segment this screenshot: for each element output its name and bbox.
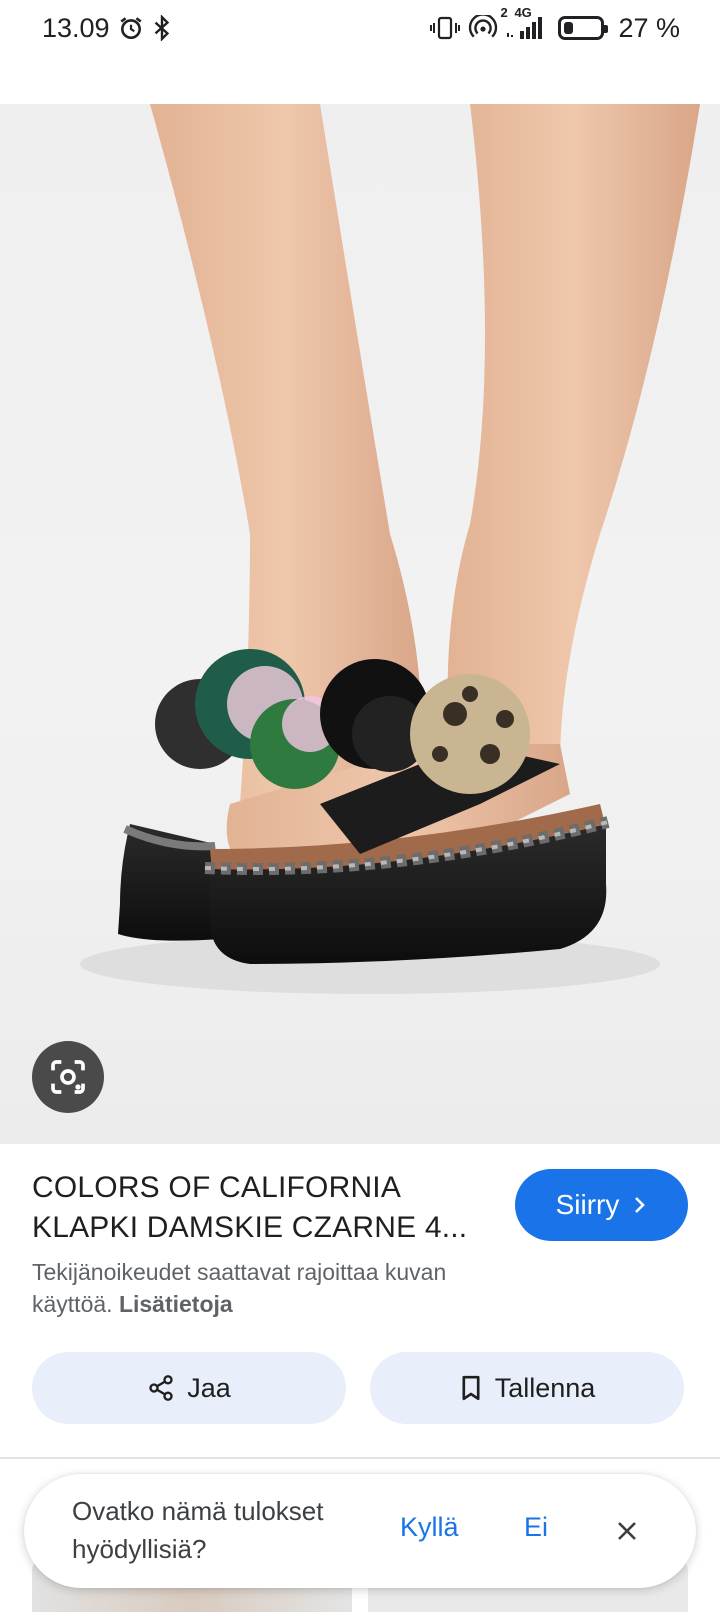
vibrate-icon [430, 15, 461, 41]
bookmark-icon [462, 1375, 480, 1401]
feedback-question: Ovatko nämä tulokset hyödyllisiä? [72, 1496, 324, 1564]
feedback-yes-button[interactable]: Kyllä [400, 1512, 459, 1543]
product-illustration [80, 104, 700, 994]
status-left: 13.09 [42, 13, 172, 44]
chevron-right-icon [635, 1197, 646, 1213]
result-info: COLORS OF CALIFORNIA KLAPKI DAMSKIE CZAR… [0, 1144, 720, 1474]
lens-icon [51, 1060, 85, 1094]
battery-icon [558, 16, 609, 40]
bluetooth-icon [152, 15, 172, 41]
share-button[interactable]: Jaa [32, 1352, 346, 1424]
screen: 13.09 2 4G 27 % COLORS OF CALIFORNIA KLA… [0, 0, 720, 1612]
hotspot-icon [468, 15, 498, 41]
status-right: 2 4G 27 % [430, 5, 680, 44]
save-label: Tallenna [494, 1372, 596, 1403]
product-title[interactable]: COLORS OF CALIFORNIA KLAPKI DAMSKIE CZAR… [32, 1168, 482, 1248]
sim-label: 2 [500, 5, 508, 20]
more-info-link[interactable]: Lisätietoja [119, 1291, 233, 1317]
close-feedback-button[interactable] [608, 1512, 646, 1550]
status-time: 13.09 [42, 12, 110, 43]
visit-button-label: Siirry [555, 1189, 620, 1220]
status-bar: 13.09 2 4G 27 % [0, 0, 720, 56]
copyright-notice: Tekijänoikeudet saattavat rajoittaa kuva… [32, 1256, 512, 1320]
product-title-line2: KLAPKI DAMSKIE CZARNE 4... [32, 1211, 468, 1244]
close-icon [618, 1522, 636, 1540]
alarm-icon [118, 15, 144, 41]
signal-icon: 2 4G [500, 5, 546, 41]
visit-button[interactable]: Siirry [515, 1169, 688, 1241]
share-icon [149, 1375, 173, 1401]
battery-text: 27 % [618, 12, 680, 43]
share-label: Jaa [187, 1372, 231, 1403]
section-divider [0, 1457, 720, 1459]
save-button[interactable]: Tallenna [370, 1352, 684, 1424]
network-label: 4G [514, 5, 532, 20]
lens-search-button[interactable] [32, 1041, 104, 1113]
copyright-text: Tekijänoikeudet saattavat rajoittaa kuva… [32, 1259, 447, 1317]
feedback-card: Ovatko nämä tulokset hyödyllisiä? Kyllä … [24, 1474, 696, 1588]
product-title-line1: COLORS OF CALIFORNIA [32, 1171, 402, 1204]
feedback-no-button[interactable]: Ei [524, 1512, 548, 1543]
battery-fill [564, 22, 574, 34]
product-image[interactable] [0, 104, 720, 1144]
